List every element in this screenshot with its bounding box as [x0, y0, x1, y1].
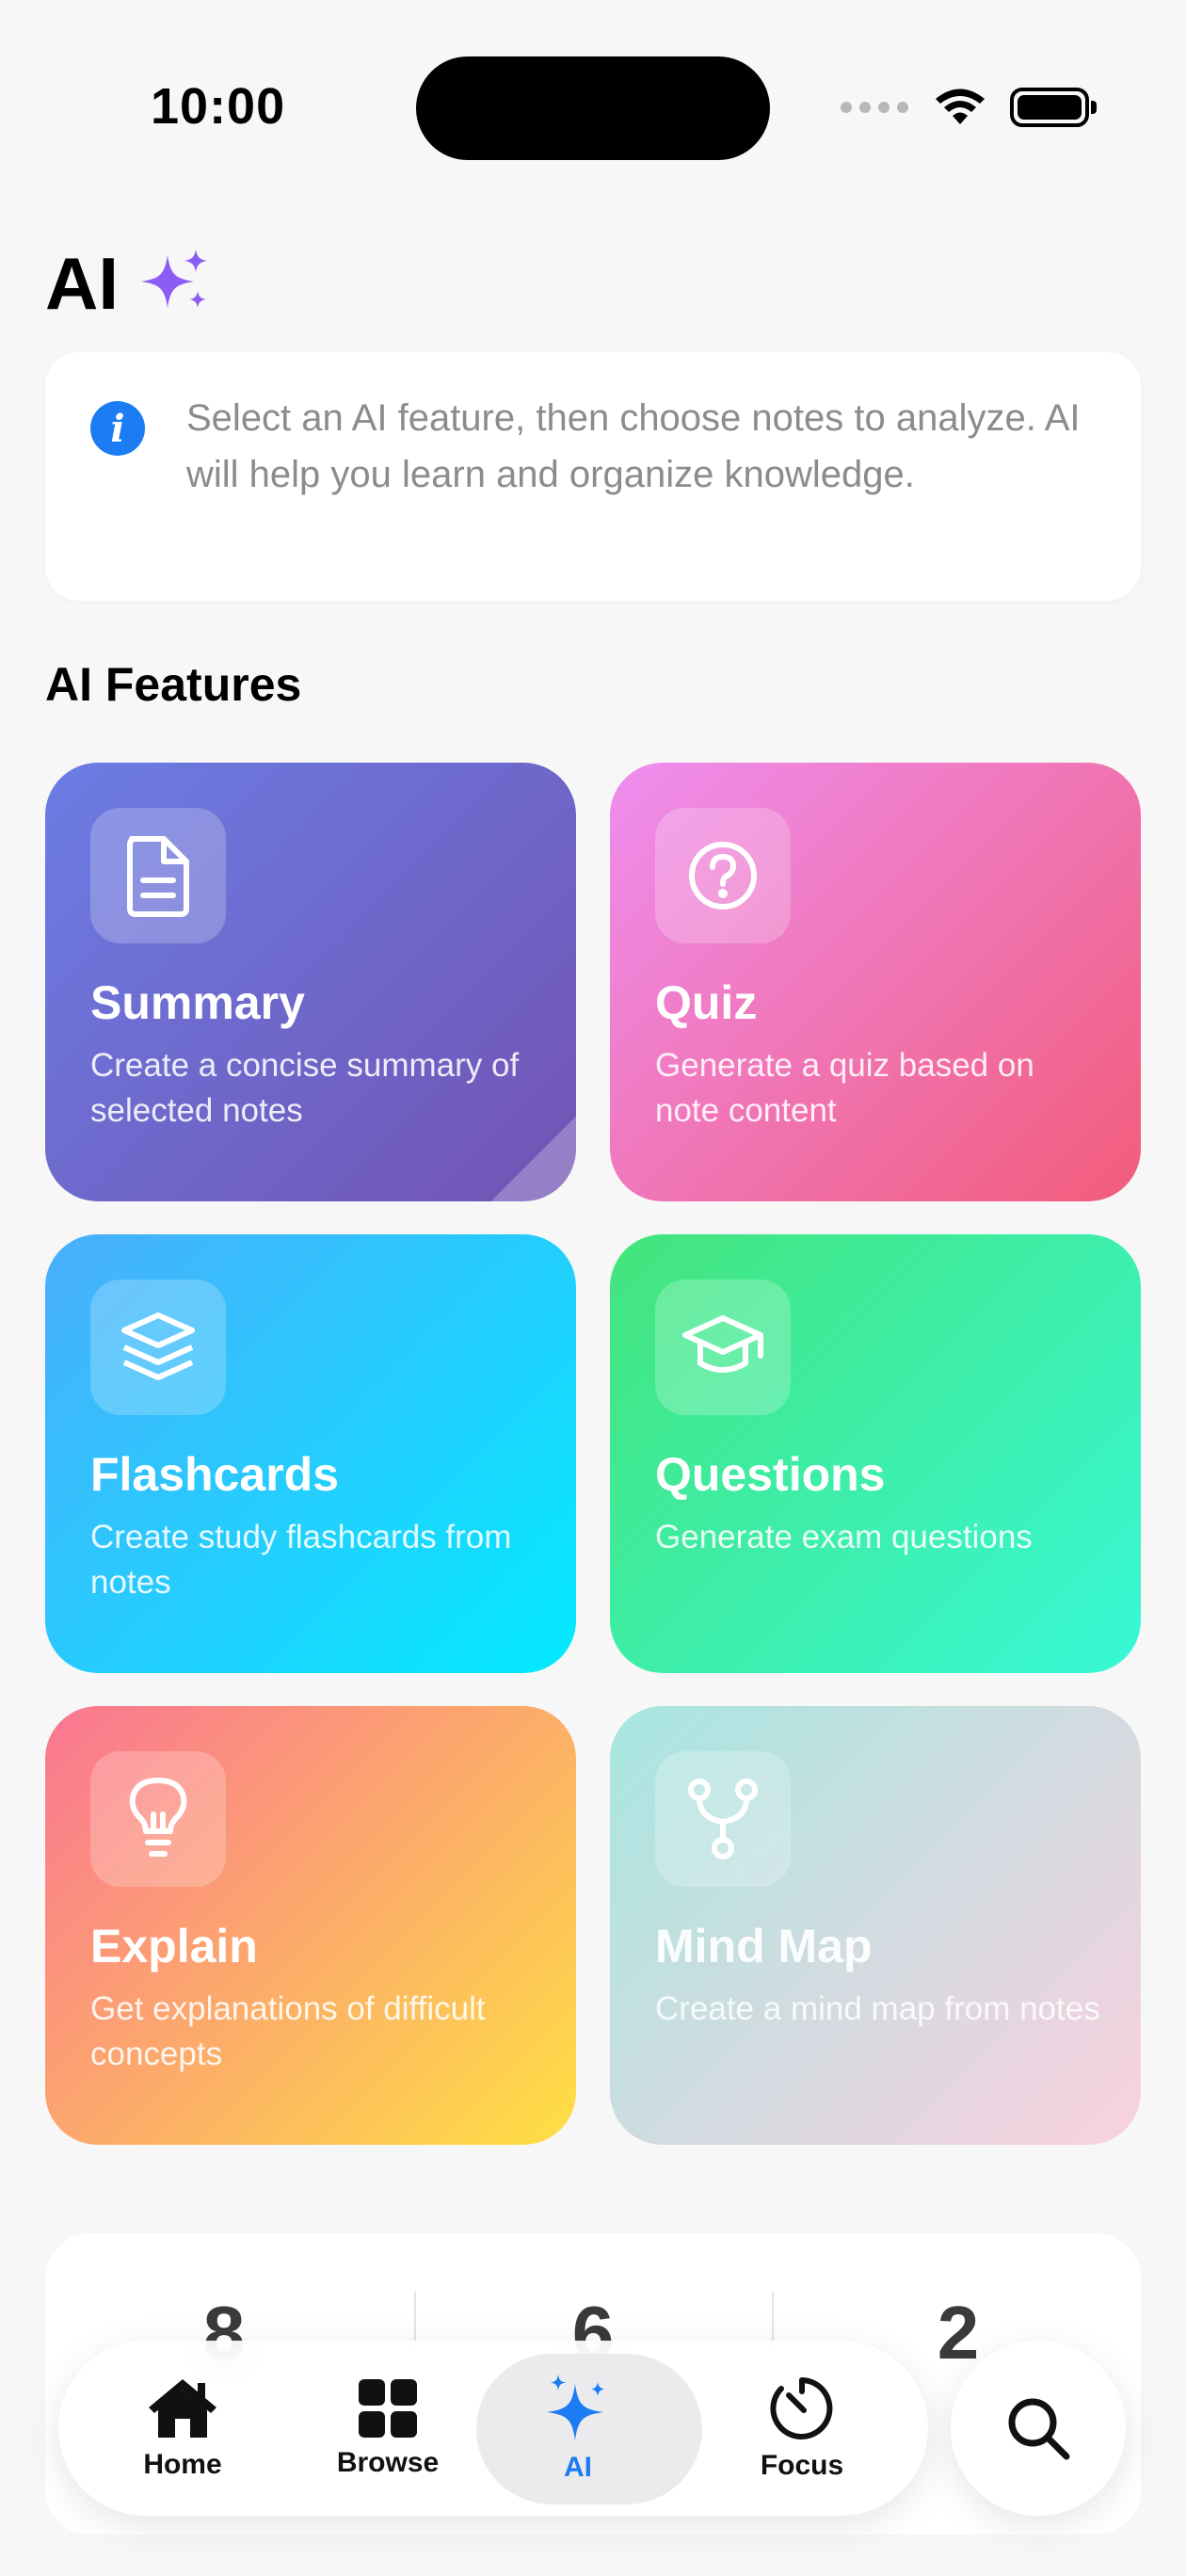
page-title: AI [45, 241, 213, 327]
tab-label: Home [143, 2449, 222, 2480]
feature-desc: Create a concise summary of selected not… [90, 1047, 520, 1129]
tab-bar: Home Browse AI Focus [58, 2341, 928, 2516]
tab-label: Browse [336, 2447, 440, 2478]
page-title-text: AI [45, 242, 119, 325]
question-circle-icon [655, 808, 791, 943]
search-button[interactable] [951, 2341, 1126, 2516]
feature-card-questions[interactable]: Questions Generate exam questions [610, 1234, 1141, 1673]
feature-desc: Generate exam questions [655, 1519, 1033, 1555]
signal-dots-icon [841, 102, 908, 113]
grid-icon [359, 2379, 417, 2438]
feature-title: Mind Map [655, 1920, 873, 1972]
feature-card-explain[interactable]: Explain Get explanations of difficult co… [45, 1706, 576, 2145]
feature-desc: Create study flashcards from notes [90, 1519, 512, 1601]
layers-icon [90, 1280, 226, 1415]
feature-desc: Create a mind map from notes [655, 1990, 1100, 2027]
timer-icon [770, 2377, 833, 2439]
document-icon [90, 808, 226, 943]
battery-icon [1010, 88, 1097, 127]
section-title-ai-features: AI Features [45, 658, 302, 711]
tab-ai[interactable]: AI [476, 2341, 702, 2516]
tab-browse[interactable]: Browse [294, 2341, 482, 2516]
info-card: i Select an AI feature, then choose note… [45, 352, 1141, 601]
tab-label: Focus [760, 2450, 844, 2481]
feature-card-summary[interactable]: Summary Create a concise summary of sele… [45, 763, 576, 1201]
status-icons [841, 83, 1097, 132]
house-icon [149, 2379, 216, 2438]
wifi-icon [936, 89, 985, 124]
feature-title: Flashcards [90, 1448, 340, 1501]
sparkles-icon [141, 249, 207, 308]
sparkles-icon [547, 2375, 604, 2440]
search-icon [1008, 2398, 1070, 2460]
feature-desc: Get explanations of difficult concepts [90, 1990, 486, 2072]
feature-title: Explain [90, 1920, 258, 1972]
tab-label: AI [564, 2452, 592, 2483]
status-time: 10:00 [151, 78, 286, 135]
tab-focus[interactable]: Focus [708, 2341, 896, 2516]
feature-title: Summary [90, 976, 305, 1029]
dynamic-island [416, 56, 770, 160]
feature-card-flashcards[interactable]: Flashcards Create study flashcards from … [45, 1234, 576, 1673]
feature-card-mind-map[interactable]: Mind Map Create a mind map from notes [610, 1706, 1141, 2145]
info-text: Select an AI feature, then choose notes … [186, 397, 1081, 495]
feature-desc: Generate a quiz based on note content [655, 1047, 1034, 1129]
branch-icon [655, 1751, 791, 1887]
lightbulb-icon [90, 1751, 226, 1887]
feature-title: Questions [655, 1448, 886, 1501]
page-curl [491, 1117, 576, 1201]
info-icon: i [90, 401, 145, 456]
tab-home[interactable]: Home [88, 2341, 277, 2516]
feature-card-quiz[interactable]: Quiz Generate a quiz based on note conte… [610, 763, 1141, 1201]
feature-title: Quiz [655, 976, 758, 1029]
graduation-cap-icon [655, 1280, 791, 1415]
